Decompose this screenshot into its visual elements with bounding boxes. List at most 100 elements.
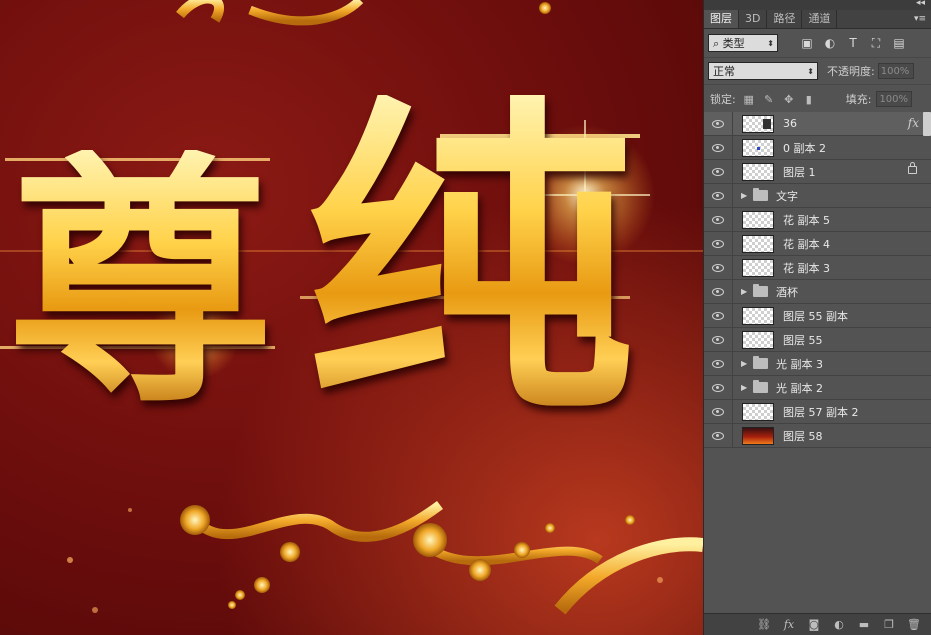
- lock-label: 锁定:: [710, 93, 736, 106]
- smart-object-filter-icon[interactable]: ▤: [892, 36, 906, 50]
- visibility-eye-icon[interactable]: [712, 359, 724, 368]
- layer-name: 图层 1: [783, 165, 816, 179]
- new-group-icon[interactable]: ▬: [857, 618, 871, 631]
- layer-name: 花 副本 5: [783, 213, 830, 227]
- layer-row[interactable]: 图层 55: [704, 327, 931, 352]
- adjustment-icon[interactable]: ◐: [832, 618, 846, 631]
- visibility-eye-icon[interactable]: [712, 335, 724, 344]
- layer-name: 图层 55: [783, 333, 823, 347]
- layers-list: 36 fx 0 副本 2 图层 1 ▶ 文字 花 副本 5 花 副本 4 花 副…: [704, 111, 931, 448]
- layer-thumbnail: [742, 162, 774, 181]
- tab-layers[interactable]: 图层: [704, 10, 739, 28]
- layer-thumbnail: [742, 426, 774, 445]
- group-row[interactable]: ▶ 酒杯: [704, 279, 931, 304]
- blend-row: 正常 ⬍ 不透明度: 100%: [704, 57, 931, 84]
- layer-row[interactable]: 图层 58: [704, 423, 931, 448]
- visibility-eye-icon[interactable]: [712, 287, 724, 296]
- document-canvas[interactable]: 尊 纯: [0, 0, 703, 635]
- group-row[interactable]: ▶ 文字: [704, 183, 931, 208]
- layer-row[interactable]: 图层 1: [704, 159, 931, 184]
- layers-panel: ◂◂ 图层 3D 路径 通道 ▾≡ ⌕ 类型 ⬍ ▣ ◐ T ⛶ ▤ 正常 ⬍ 不透…: [703, 0, 931, 635]
- layer-row[interactable]: 0 副本 2: [704, 135, 931, 160]
- adjustment-filter-icon[interactable]: ◐: [823, 36, 837, 50]
- fx-icon[interactable]: fx: [782, 618, 796, 631]
- layer-name: 0 副本 2: [783, 141, 826, 155]
- panel-menu-icon[interactable]: ▾≡: [914, 10, 926, 28]
- link-layers-icon[interactable]: ⛓: [757, 618, 771, 631]
- visibility-eye-icon[interactable]: [712, 431, 724, 440]
- visibility-eye-icon[interactable]: [712, 239, 724, 248]
- folder-icon: [753, 356, 768, 369]
- shape-filter-icon[interactable]: ⛶: [869, 36, 883, 50]
- type-filter-icon[interactable]: T: [846, 36, 860, 50]
- opacity-input[interactable]: 100%: [877, 63, 914, 79]
- visibility-eye-icon[interactable]: [712, 407, 724, 416]
- layer-thumbnail: [742, 258, 774, 277]
- layer-name: 光 副本 2: [776, 381, 823, 395]
- layer-row[interactable]: 花 副本 3: [704, 255, 931, 280]
- blend-mode-select[interactable]: 正常 ⬍: [708, 62, 818, 80]
- layer-thumbnail: [742, 210, 774, 229]
- blend-mode-value: 正常: [713, 65, 735, 78]
- layer-row[interactable]: 36 fx: [704, 111, 931, 136]
- expand-triangle-icon[interactable]: ▶: [741, 191, 751, 200]
- visibility-eye-icon[interactable]: [712, 143, 724, 152]
- visibility-eye-icon[interactable]: [712, 167, 724, 176]
- lock-all-icon[interactable]: ▮: [802, 93, 816, 106]
- folder-icon: [753, 188, 768, 201]
- lock-image-icon[interactable]: ✎: [762, 93, 776, 106]
- tab-paths[interactable]: 路径: [767, 10, 803, 28]
- layers-scrollbar[interactable]: [923, 112, 931, 136]
- new-layer-icon[interactable]: ❐: [882, 618, 896, 631]
- visibility-eye-icon[interactable]: [712, 119, 724, 128]
- layer-row[interactable]: 图层 55 副本: [704, 303, 931, 328]
- expand-triangle-icon[interactable]: ▶: [741, 383, 751, 392]
- layer-row[interactable]: 花 副本 5: [704, 207, 931, 232]
- visibility-eye-icon[interactable]: [712, 383, 724, 392]
- search-icon: ⌕: [713, 37, 723, 50]
- mask-icon[interactable]: ◙: [807, 618, 821, 631]
- filter-kind-select[interactable]: ⌕ 类型 ⬍: [708, 34, 778, 52]
- collapse-icon[interactable]: ◂◂: [916, 0, 925, 8]
- fx-icon[interactable]: fx: [908, 116, 919, 130]
- layer-name: 酒杯: [776, 285, 798, 299]
- group-row[interactable]: ▶ 光 副本 3: [704, 351, 931, 376]
- trash-icon[interactable]: 🗑: [907, 618, 921, 631]
- layer-name: 图层 55 副本: [783, 309, 848, 323]
- panel-tabs: 图层 3D 路径 通道 ▾≡: [704, 10, 931, 29]
- folder-icon: [753, 380, 768, 393]
- layer-name: 图层 57 副本 2: [783, 405, 859, 419]
- layer-thumbnail: [742, 330, 774, 349]
- layer-thumbnail: [742, 306, 774, 325]
- select-arrows-icon: ⬍: [807, 67, 814, 76]
- visibility-eye-icon[interactable]: [712, 215, 724, 224]
- lock-transparent-icon[interactable]: ▦: [742, 93, 756, 106]
- layer-name: 图层 58: [783, 429, 823, 443]
- panel-collapse-bar[interactable]: ◂◂: [704, 0, 931, 10]
- layer-row[interactable]: 图层 57 副本 2: [704, 399, 931, 424]
- canvas-glyph-chun: 纯: [305, 66, 635, 454]
- tab-channels[interactable]: 通道: [802, 10, 838, 28]
- visibility-eye-icon[interactable]: [712, 311, 724, 320]
- layer-name: 文字: [776, 189, 798, 203]
- visibility-eye-icon[interactable]: [712, 191, 724, 200]
- lock-position-icon[interactable]: ✥: [782, 93, 796, 106]
- lock-row: 锁定: ▦ ✎ ✥ ▮ 填充: 100%: [704, 84, 931, 114]
- visibility-eye-icon[interactable]: [712, 263, 724, 272]
- canvas-glyph-zun: 尊: [8, 127, 273, 438]
- group-row[interactable]: ▶ 光 副本 2: [704, 375, 931, 400]
- fill-label: 填充:: [845, 93, 872, 106]
- layer-thumbnail: [742, 138, 774, 157]
- expand-triangle-icon[interactable]: ▶: [741, 287, 751, 296]
- folder-icon: [753, 284, 768, 297]
- expand-triangle-icon[interactable]: ▶: [741, 359, 751, 368]
- layer-name: 光 副本 3: [776, 357, 823, 371]
- layer-name: 花 副本 4: [783, 237, 830, 251]
- image-filter-icon[interactable]: ▣: [800, 36, 814, 50]
- layer-lock-icon: [908, 162, 917, 174]
- fill-input[interactable]: 100%: [876, 91, 913, 107]
- tab-3d[interactable]: 3D: [739, 10, 768, 28]
- layer-row[interactable]: 花 副本 4: [704, 231, 931, 256]
- opacity-label: 不透明度:: [827, 65, 875, 78]
- layer-thumbnail: [742, 114, 774, 133]
